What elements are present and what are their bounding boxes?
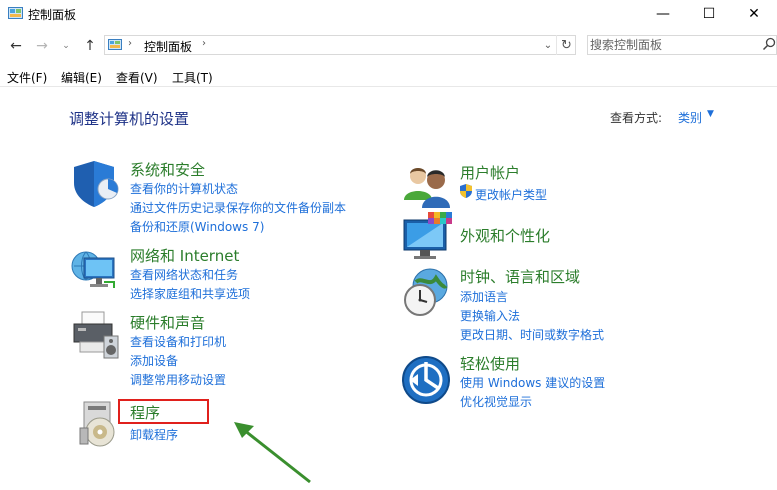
annotation-arrow-icon (234, 422, 311, 484)
category-network-internet[interactable]: 网络和 Internet (130, 245, 239, 266)
view-by-label: 查看方式: (610, 111, 663, 125)
link-change-account-type[interactable]: 更改帐户类型 (475, 186, 547, 203)
highlight-box (118, 399, 209, 424)
view-by-dropdown[interactable]: 类别 (678, 109, 702, 126)
address-dropdown-icon[interactable]: ⌄ (540, 37, 556, 53)
link-view-computer-status[interactable]: 查看你的计算机状态 (130, 180, 238, 197)
category-user-accounts[interactable]: 用户帐户 (460, 162, 520, 183)
link-change-input-method[interactable]: 更换输入法 (460, 307, 520, 324)
link-mobility-settings[interactable]: 调整常用移动设置 (130, 371, 226, 388)
breadcrumb-separator[interactable]: › (202, 38, 206, 49)
uac-shield-icon (460, 184, 472, 198)
shield-icon[interactable] (70, 157, 122, 209)
menu-edit[interactable]: 编辑(E) (61, 69, 102, 86)
forward-arrow-icon[interactable]: → (32, 34, 52, 58)
control-panel-small-icon (108, 39, 122, 50)
link-devices-printers[interactable]: 查看设备和打印机 (130, 333, 226, 350)
link-file-history[interactable]: 通过文件历史记录保存你的文件备份副本 (130, 199, 346, 216)
menu-tools[interactable]: 工具(T) (172, 69, 213, 86)
search-icon[interactable] (762, 37, 776, 51)
breadcrumb-separator[interactable]: › (128, 38, 132, 49)
menu-file[interactable]: 文件(F) (7, 69, 47, 86)
refresh-icon[interactable]: ↻ (556, 35, 576, 55)
link-add-device[interactable]: 添加设备 (130, 352, 178, 369)
breadcrumb-control-panel[interactable]: 控制面板 (144, 38, 192, 55)
printer-icon[interactable] (70, 310, 122, 362)
control-panel-icon (8, 7, 23, 19)
link-add-language[interactable]: 添加语言 (460, 288, 508, 305)
link-optimize-visual-display[interactable]: 优化视觉显示 (460, 393, 532, 410)
appearance-icon[interactable] (402, 212, 454, 264)
recent-locations-chevron-icon[interactable]: ⌄ (60, 34, 72, 58)
link-network-status[interactable]: 查看网络状态和任务 (130, 266, 238, 283)
category-appearance-personalization[interactable]: 外观和个性化 (460, 225, 550, 246)
search-input[interactable] (590, 36, 750, 54)
link-date-time-format[interactable]: 更改日期、时间或数字格式 (460, 326, 604, 343)
ease-of-access-icon[interactable] (400, 354, 452, 406)
minimize-button[interactable]: — (640, 0, 686, 28)
link-backup-restore[interactable]: 备份和还原(Windows 7) (130, 218, 264, 235)
window-title: 控制面板 (28, 8, 77, 22)
category-hardware-sound[interactable]: 硬件和声音 (130, 312, 205, 333)
clock-globe-icon[interactable] (400, 266, 452, 318)
maximize-button[interactable]: ☐ (686, 0, 732, 28)
menu-view[interactable]: 查看(V) (116, 69, 158, 86)
link-recommended-settings[interactable]: 使用 Windows 建议的设置 (460, 374, 605, 391)
back-arrow-icon[interactable]: ← (6, 34, 26, 58)
page-title: 调整计算机的设置 (69, 110, 190, 128)
dropdown-caret-icon[interactable]: ▼ (707, 109, 714, 119)
up-arrow-icon[interactable]: ↑ (80, 34, 100, 58)
network-icon[interactable] (70, 244, 122, 296)
category-clock-language-region[interactable]: 时钟、语言和区域 (460, 266, 580, 287)
category-ease-of-access[interactable]: 轻松使用 (460, 353, 520, 374)
link-uninstall-program[interactable]: 卸载程序 (130, 426, 178, 443)
divider (0, 86, 777, 87)
link-homegroup[interactable]: 选择家庭组和共享选项 (130, 285, 250, 302)
category-system-security[interactable]: 系统和安全 (130, 159, 205, 180)
close-button[interactable]: ✕ (731, 0, 777, 28)
users-icon[interactable] (402, 160, 454, 212)
